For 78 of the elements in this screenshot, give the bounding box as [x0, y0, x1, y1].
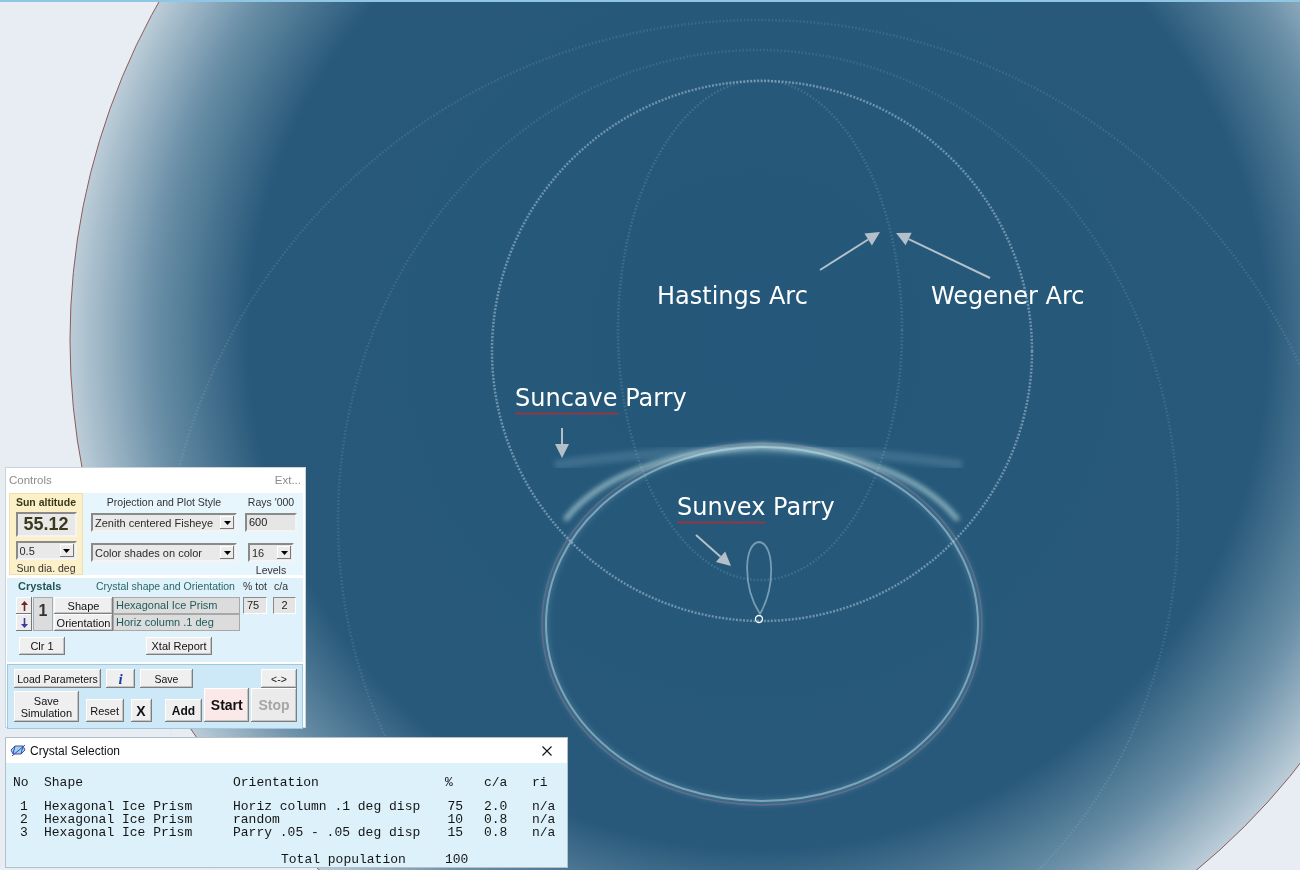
table-cell-text: Hexagonal Ice Prism — [44, 800, 194, 813]
close-icon — [542, 745, 552, 756]
column-header: c/a — [484, 776, 509, 789]
percent-field[interactable]: 75 — [243, 597, 267, 614]
crystal-icon — [10, 743, 26, 758]
projection-label: Projection and Plot Style — [106, 496, 222, 508]
shape-field[interactable]: Hexagonal Ice Prism — [113, 597, 240, 614]
window-title: Crystal Selection — [30, 743, 121, 758]
table-cell-text: 2 — [19, 813, 29, 826]
shape-button[interactable]: Shape — [54, 597, 113, 614]
table-cell-text: random — [233, 813, 281, 826]
caret-icon — [280, 550, 288, 555]
table-cell-text: Hexagonal Ice Prism — [44, 826, 194, 839]
table-cell-text: 10 — [446, 813, 464, 826]
clear-button[interactable]: X — [130, 699, 152, 722]
shape-orientation-label: Crystal shape and Orientation — [96, 579, 236, 592]
column-header: % — [445, 776, 454, 789]
crystal-report-button[interactable]: Xtal Report — [146, 637, 212, 655]
levels-dropdown[interactable]: 16 — [248, 543, 294, 562]
move-down-button[interactable] — [16, 614, 32, 631]
rays-field[interactable]: 600 — [245, 513, 297, 532]
swap-button[interactable]: <-> — [261, 669, 297, 688]
table-cell-text: Horiz column .1 deg disp — [233, 800, 422, 813]
column-header: No — [13, 776, 30, 789]
caret-icon — [223, 520, 231, 525]
percent-label: % tot — [243, 579, 268, 592]
column-header: ri — [532, 776, 549, 789]
start-button[interactable]: Start — [204, 688, 250, 722]
caret-icon — [223, 550, 231, 555]
total-label: Total population — [280, 853, 407, 866]
table-cell-text: 15 — [446, 826, 464, 839]
projection-dropdown[interactable]: Zenith centered Fisheye — [91, 513, 237, 532]
sun-marker-icon — [754, 614, 764, 624]
save-button[interactable]: Save — [140, 669, 193, 688]
rays-label: Rays '000 — [247, 496, 295, 508]
sun-diameter-dropdown[interactable]: 0.5 — [15, 541, 77, 560]
caret-icon — [63, 548, 70, 553]
table-cell-text: n/a — [532, 826, 557, 839]
sun-altitude-label: Sun altitude — [15, 496, 77, 509]
arc-label: Wegener Arc — [931, 281, 1085, 312]
table-cell-text: 1 — [19, 800, 29, 813]
clear-crystal-button[interactable]: Clr 1 — [19, 637, 65, 655]
arc-label: Hastings Arc — [657, 281, 808, 312]
pointer-arrow — [555, 427, 569, 458]
table-cell-text: Parry .05 - .05 deg disp — [233, 826, 422, 839]
crystals-label: Crystals — [18, 579, 63, 592]
ratio-field[interactable]: 2 — [273, 597, 296, 614]
sun-diameter-label: Sun dia. deg — [16, 562, 76, 574]
ratio-label: c/a — [274, 579, 288, 592]
window-title: Controls — [9, 474, 52, 486]
levels-label: Levels — [255, 564, 287, 576]
add-button[interactable]: Add — [164, 699, 203, 722]
info-button[interactable]: i — [106, 669, 135, 688]
load-parameters-button[interactable]: Load Parameters — [14, 669, 101, 688]
plot-style-dropdown[interactable]: Color shades on color — [91, 543, 237, 562]
pointer-arrow — [695, 534, 731, 566]
column-header: Orientation — [233, 776, 320, 789]
column-header: Shape — [44, 776, 84, 789]
table-cell-text: 0.8 — [484, 813, 509, 826]
extend-link[interactable]: Ext... — [274, 474, 301, 486]
table-cell-text: n/a — [532, 800, 557, 813]
save-simulation-button[interactable]: Save Simulation — [14, 691, 79, 722]
table-cell-text: n/a — [532, 813, 557, 826]
reset-button[interactable]: Reset — [85, 699, 124, 722]
crystal-number: 1 — [33, 597, 53, 631]
table-cell-text: 3 — [19, 826, 29, 839]
arrow-down-icon — [20, 617, 28, 628]
orientation-button[interactable]: Orientation — [54, 614, 113, 631]
move-up-button[interactable] — [16, 597, 32, 614]
table-cell-text: 2.0 — [484, 800, 509, 813]
table-cell-text: Hexagonal Ice Prism — [44, 813, 194, 826]
total-value: 100 — [445, 853, 470, 866]
orientation-field[interactable]: Horiz column .1 deg — [113, 614, 240, 631]
arrow-up-icon — [20, 600, 28, 611]
sun-altitude-field[interactable]: 55.12 — [15, 512, 77, 537]
pointer-arrow — [819, 232, 880, 271]
table-cell-text: 0.8 — [484, 826, 509, 839]
table-cell-text: 75 — [446, 800, 464, 813]
